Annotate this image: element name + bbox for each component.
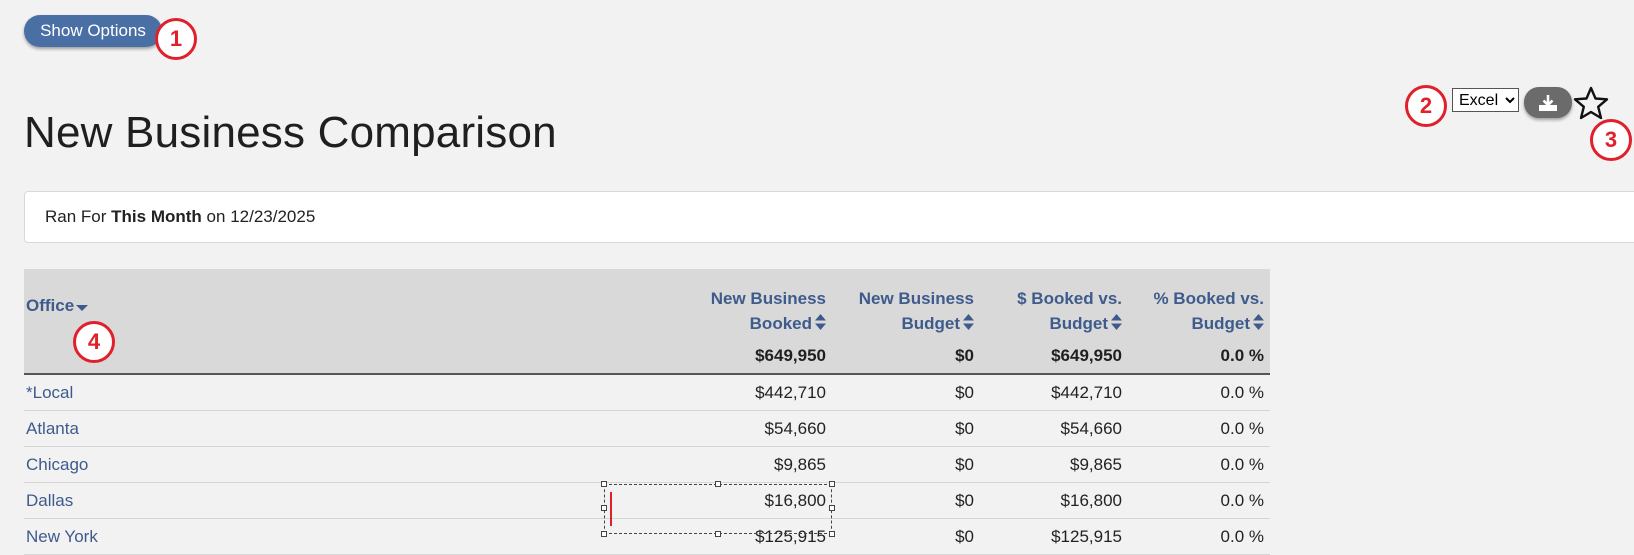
sort-icon bbox=[815, 312, 826, 337]
run-info-date: 12/23/2025 bbox=[230, 207, 316, 226]
sort-icon bbox=[1111, 312, 1122, 337]
resize-handle[interactable] bbox=[715, 481, 721, 487]
total-booked: $649,950 bbox=[604, 337, 832, 375]
booked-vs-budget-cell: $125,915 bbox=[980, 518, 1128, 555]
run-info-panel: Ran For This Month on 12/23/2025 bbox=[24, 191, 1634, 243]
pct-vs-budget-cell: 0.0 % bbox=[1128, 518, 1270, 555]
budget-cell: $0 bbox=[832, 410, 980, 447]
export-format-select[interactable]: Excel bbox=[1452, 88, 1519, 112]
resize-handle[interactable] bbox=[601, 481, 607, 487]
table-row: *Local $442,710 $0 $442,710 0.0 % bbox=[24, 374, 1270, 411]
sort-icon bbox=[1253, 312, 1264, 337]
table-row: Atlanta $54,660 $0 $54,660 0.0 % bbox=[24, 410, 1270, 447]
budget-cell: $0 bbox=[832, 518, 980, 555]
booked-vs-budget-cell: $54,660 bbox=[980, 410, 1128, 447]
download-icon bbox=[1538, 94, 1558, 112]
booked-cell: $442,710 bbox=[604, 374, 832, 411]
star-outline-icon bbox=[1573, 86, 1609, 120]
pct-vs-budget-cell: 0.0 % bbox=[1128, 410, 1270, 447]
budget-cell: $0 bbox=[832, 482, 980, 519]
booked-vs-budget-cell: $442,710 bbox=[980, 374, 1128, 411]
text-cursor bbox=[610, 492, 612, 526]
booked-vs-budget-cell: $9,865 bbox=[980, 446, 1128, 483]
office-link[interactable]: Dallas bbox=[24, 482, 604, 519]
column-header-booked-vs-budget[interactable]: $ Booked vs. Budget bbox=[980, 269, 1128, 337]
favorite-star-button[interactable] bbox=[1572, 84, 1610, 122]
office-link[interactable]: Chicago bbox=[24, 446, 604, 483]
column-header-budget-line2: Budget bbox=[901, 313, 960, 333]
run-info-text: Ran For This Month on 12/23/2025 bbox=[45, 207, 315, 227]
run-info-period: This Month bbox=[111, 207, 202, 226]
office-link[interactable]: New York bbox=[24, 518, 604, 555]
annotation-marker-4: 4 bbox=[73, 321, 115, 363]
table-row: Chicago $9,865 $0 $9,865 0.0 % bbox=[24, 446, 1270, 483]
column-header-pct-vs-line1: % Booked vs. bbox=[1153, 288, 1264, 308]
page-title: New Business Comparison bbox=[24, 108, 557, 157]
run-info-on-label: on bbox=[206, 207, 226, 226]
office-link[interactable]: Atlanta bbox=[24, 410, 604, 447]
column-header-office[interactable]: Office bbox=[24, 269, 604, 337]
totals-row: $649,950 $0 $649,950 0.0 % bbox=[24, 337, 1270, 375]
run-info-prefix: Ran For bbox=[45, 207, 107, 226]
column-header-office-label: Office bbox=[26, 295, 75, 315]
booked-cell: $9,865 bbox=[604, 446, 832, 483]
sort-descending-icon bbox=[76, 294, 89, 319]
column-header-budget-line1: New Business bbox=[858, 288, 974, 308]
pct-vs-budget-cell: 0.0 % bbox=[1128, 482, 1270, 519]
column-header-booked-line1: New Business bbox=[710, 288, 826, 308]
total-budget: $0 bbox=[832, 337, 980, 375]
total-booked-vs-budget: $649,950 bbox=[980, 337, 1128, 375]
resize-handle[interactable] bbox=[601, 505, 607, 511]
annotation-marker-1: 1 bbox=[155, 18, 197, 60]
column-header-booked[interactable]: New Business Booked bbox=[604, 269, 832, 337]
annotation-marker-2: 2 bbox=[1405, 85, 1447, 127]
column-header-budget[interactable]: New Business Budget bbox=[832, 269, 980, 337]
total-pct-vs-budget: 0.0 % bbox=[1128, 337, 1270, 375]
resize-handle[interactable] bbox=[829, 531, 835, 537]
column-header-pct-vs-line2: Budget bbox=[1191, 313, 1250, 333]
resize-handle[interactable] bbox=[829, 481, 835, 487]
booked-cell: $54,660 bbox=[604, 410, 832, 447]
resize-handle[interactable] bbox=[601, 531, 607, 537]
column-header-pct-vs-budget[interactable]: % Booked vs. Budget bbox=[1128, 269, 1270, 337]
sort-icon bbox=[963, 312, 974, 337]
budget-cell: $0 bbox=[832, 374, 980, 411]
text-selection-box[interactable] bbox=[601, 481, 835, 537]
resize-handle[interactable] bbox=[715, 531, 721, 537]
column-header-booked-vs-line2: Budget bbox=[1049, 313, 1108, 333]
budget-cell: $0 bbox=[832, 446, 980, 483]
download-button[interactable] bbox=[1524, 87, 1572, 118]
column-header-booked-line2: Booked bbox=[749, 313, 812, 333]
column-header-booked-vs-line1: $ Booked vs. bbox=[1017, 288, 1122, 308]
annotation-marker-3: 3 bbox=[1590, 119, 1632, 161]
show-options-button[interactable]: Show Options bbox=[24, 15, 162, 47]
resize-handle[interactable] bbox=[829, 505, 835, 511]
pct-vs-budget-cell: 0.0 % bbox=[1128, 374, 1270, 411]
booked-vs-budget-cell: $16,800 bbox=[980, 482, 1128, 519]
pct-vs-budget-cell: 0.0 % bbox=[1128, 446, 1270, 483]
office-link[interactable]: *Local bbox=[24, 374, 604, 411]
